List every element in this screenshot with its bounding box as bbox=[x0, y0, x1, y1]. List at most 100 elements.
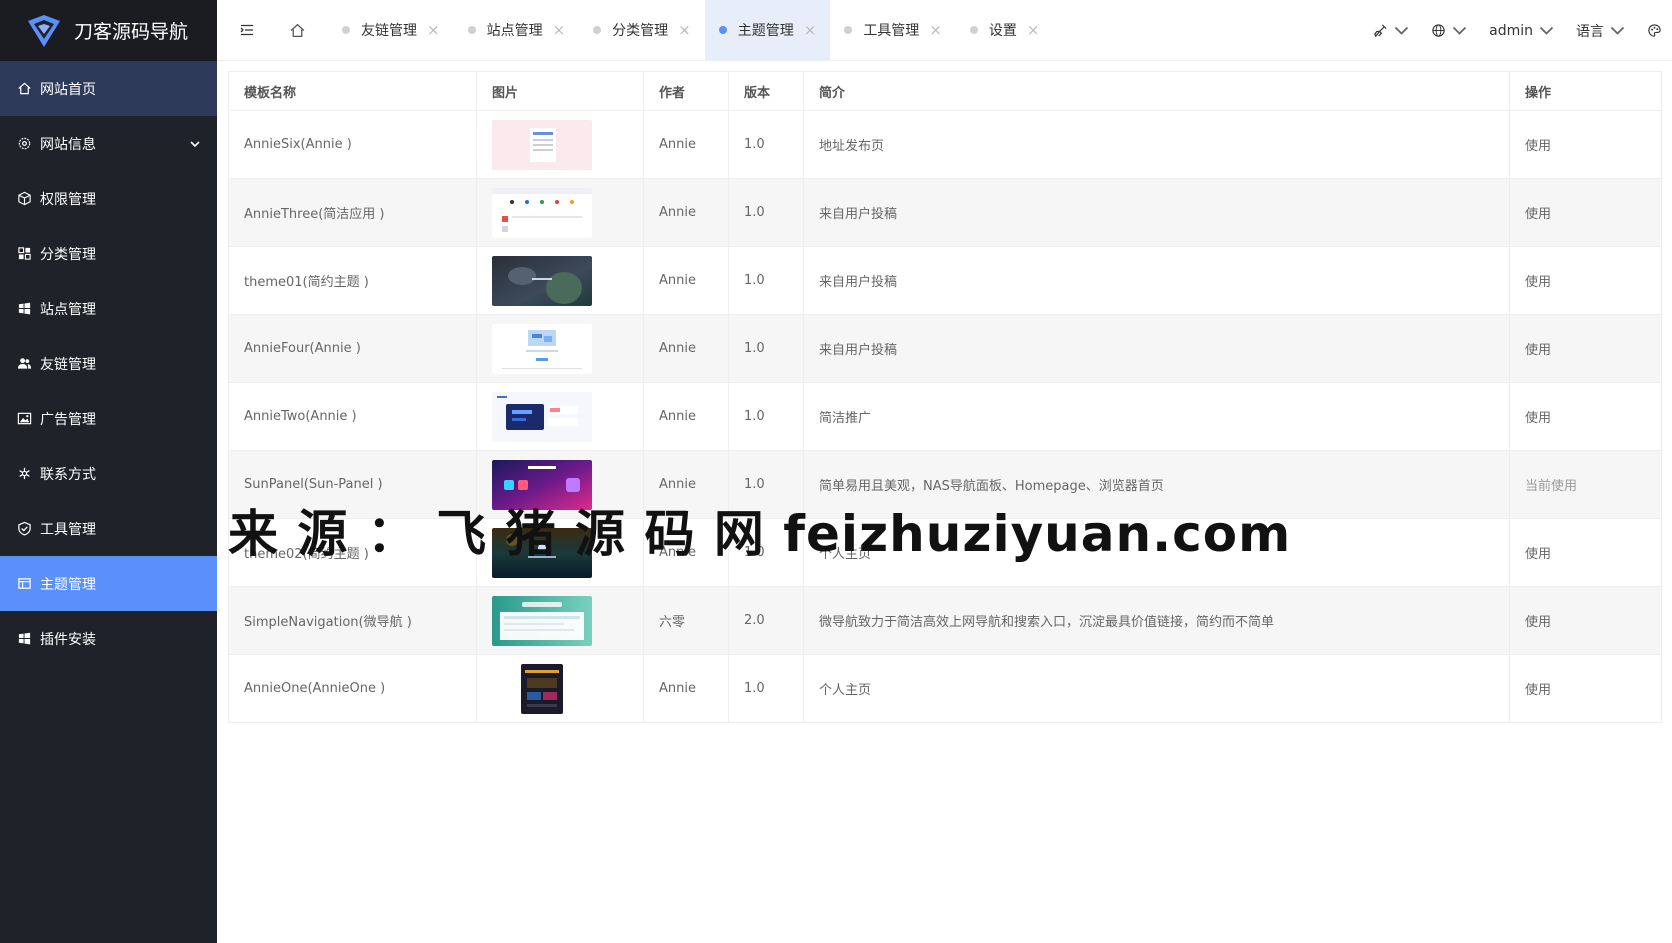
language-label: 语言 bbox=[1576, 23, 1604, 40]
tab-tools[interactable]: 工具管理 × bbox=[830, 0, 956, 61]
thumbnail-image bbox=[492, 595, 592, 646]
use-theme-button[interactable]: 使用 bbox=[1525, 343, 1551, 358]
column-header: 作者 bbox=[643, 71, 729, 111]
sidebar-item-permissions[interactable]: 权限管理 bbox=[0, 171, 217, 226]
logo[interactable]: 刀客源码导航 bbox=[0, 0, 217, 61]
use-theme-button[interactable]: 使用 bbox=[1525, 615, 1551, 630]
tab-label: 分类管理 bbox=[612, 23, 669, 39]
table-row: SimpleNavigation(微导航 ) 六零 2.0 微导航致力于简洁高效… bbox=[228, 586, 1662, 655]
apps-icon bbox=[16, 246, 32, 262]
sidebar-item-label: 网站信息 bbox=[40, 136, 96, 153]
close-icon[interactable]: × bbox=[929, 21, 942, 39]
tab-themes[interactable]: 主题管理 × bbox=[704, 0, 831, 61]
website-button[interactable] bbox=[1431, 23, 1467, 38]
theme-name: AnnieFour(Annie ) bbox=[228, 314, 477, 383]
theme-name: theme01(简约主题 ) bbox=[228, 246, 477, 315]
use-theme-button[interactable]: 使用 bbox=[1525, 411, 1551, 426]
table-header-row: 模板名称 图片 作者 版本 简介 操作 bbox=[228, 71, 1662, 111]
sidebar-item-site-info[interactable]: 网站信息 bbox=[0, 116, 217, 171]
tab-dot bbox=[844, 26, 853, 34]
close-icon[interactable]: × bbox=[804, 21, 817, 39]
tab-settings[interactable]: 设置 × bbox=[956, 0, 1054, 61]
tab-links[interactable]: 友链管理 × bbox=[328, 0, 454, 61]
sidebar-item-home[interactable]: 网站首页 bbox=[0, 61, 217, 116]
users-icon bbox=[16, 356, 32, 372]
table-row: AnnieFour(Annie ) Annie 1.0 来自用户投稿 使用 bbox=[228, 314, 1662, 383]
thumbnail-image bbox=[492, 391, 592, 442]
use-theme-button[interactable]: 使用 bbox=[1525, 139, 1551, 154]
sidebar-item-label: 联系方式 bbox=[40, 466, 96, 483]
sidebar-item-label: 广告管理 bbox=[40, 411, 96, 428]
layout-icon bbox=[16, 576, 32, 592]
theme-author: Annie bbox=[643, 314, 729, 383]
tab-label: 站点管理 bbox=[486, 23, 543, 39]
tab-sites[interactable]: 站点管理 × bbox=[454, 0, 580, 61]
sidebar-item-themes[interactable]: 主题管理 bbox=[0, 556, 217, 611]
sidebar-item-contact[interactable]: 联系方式 bbox=[0, 446, 217, 501]
close-icon[interactable]: × bbox=[553, 21, 566, 39]
language-menu[interactable]: 语言 bbox=[1576, 21, 1625, 41]
column-header: 图片 bbox=[476, 71, 644, 111]
sidebar-item-ads[interactable]: 广告管理 bbox=[0, 391, 217, 446]
theme-version: 1.0 bbox=[728, 382, 804, 451]
tab-dot bbox=[593, 26, 602, 34]
palette-icon bbox=[1648, 24, 1661, 37]
menu-fold-icon bbox=[240, 24, 253, 36]
use-theme-button[interactable]: 使用 bbox=[1525, 683, 1551, 698]
use-theme-button[interactable]: 使用 bbox=[1525, 547, 1551, 562]
thumbnail-image bbox=[492, 119, 592, 170]
sidebar-item-sites[interactable]: 站点管理 bbox=[0, 281, 217, 336]
sidebar-item-tools[interactable]: 工具管理 bbox=[0, 501, 217, 556]
sidebar-item-label: 主题管理 bbox=[40, 576, 96, 593]
chevron-down-icon bbox=[190, 140, 200, 147]
windows-icon bbox=[16, 301, 32, 317]
tab-categories[interactable]: 分类管理 × bbox=[579, 0, 705, 61]
home-button[interactable] bbox=[272, 0, 322, 61]
column-header: 简介 bbox=[803, 71, 1510, 111]
theme-description: 微导航致力于简洁高效上网导航和搜索入口，沉淀最具价值链接，简约而不简单 bbox=[803, 586, 1510, 655]
top-right-toolbar: admin 语言 bbox=[1373, 0, 1662, 61]
theme-description: 简洁推广 bbox=[803, 382, 1510, 451]
theme-name: AnnieOne(AnnieOne ) bbox=[228, 654, 477, 723]
theme-description: 来自用户投稿 bbox=[803, 246, 1510, 315]
thumbnail-image bbox=[492, 323, 592, 374]
theme-thumbnail bbox=[476, 314, 644, 383]
clear-cache-button[interactable] bbox=[1373, 23, 1409, 38]
windows-icon bbox=[16, 631, 32, 647]
sidebar-item-categories[interactable]: 分类管理 bbox=[0, 226, 217, 281]
table-row: AnnieOne(AnnieOne ) Annie 1.0 个人主页 使用 bbox=[228, 654, 1662, 723]
theme-author: Annie bbox=[643, 178, 729, 247]
chevron-down-icon bbox=[1452, 26, 1467, 35]
table-row: AnnieThree(简洁应用 ) Annie 1.0 来自用户投稿 使用 bbox=[228, 178, 1662, 247]
theme-author: 六零 bbox=[643, 586, 729, 655]
table-row: AnnieSix(Annie ) Annie 1.0 地址发布页 使用 bbox=[228, 110, 1662, 179]
thumbnail-image bbox=[521, 663, 563, 714]
sidebar-item-plugins[interactable]: 插件安装 bbox=[0, 611, 217, 666]
use-theme-button[interactable]: 使用 bbox=[1525, 275, 1551, 290]
theme-palette-button[interactable] bbox=[1647, 23, 1662, 38]
theme-thumbnail bbox=[476, 586, 644, 655]
gear-icon bbox=[16, 136, 32, 152]
user-menu[interactable]: admin bbox=[1489, 23, 1554, 39]
chevron-down-icon bbox=[1539, 26, 1554, 35]
sidebar-item-label: 权限管理 bbox=[40, 191, 96, 208]
theme-description: 地址发布页 bbox=[803, 110, 1510, 179]
theme-name: AnnieTwo(Annie ) bbox=[228, 382, 477, 451]
table-row: AnnieTwo(Annie ) Annie 1.0 简洁推广 使用 bbox=[228, 382, 1662, 451]
theme-description: 来自用户投稿 bbox=[803, 314, 1510, 383]
menu-toggle-button[interactable] bbox=[222, 0, 272, 61]
current-theme-label: 当前使用 bbox=[1525, 479, 1578, 494]
theme-version: 1.0 bbox=[728, 246, 804, 315]
close-icon[interactable]: × bbox=[678, 21, 691, 39]
close-icon[interactable]: × bbox=[427, 21, 440, 39]
chevron-down-icon bbox=[1394, 26, 1409, 35]
sidebar-item-label: 插件安装 bbox=[40, 631, 96, 648]
use-theme-button[interactable]: 使用 bbox=[1525, 207, 1551, 222]
broom-icon bbox=[1374, 24, 1387, 38]
sidebar-item-links[interactable]: 友链管理 bbox=[0, 336, 217, 391]
globe-icon bbox=[1432, 24, 1445, 37]
close-icon[interactable]: × bbox=[1027, 21, 1040, 39]
theme-name: AnnieSix(Annie ) bbox=[228, 110, 477, 179]
cube-icon bbox=[16, 191, 32, 207]
username: admin bbox=[1489, 22, 1533, 39]
